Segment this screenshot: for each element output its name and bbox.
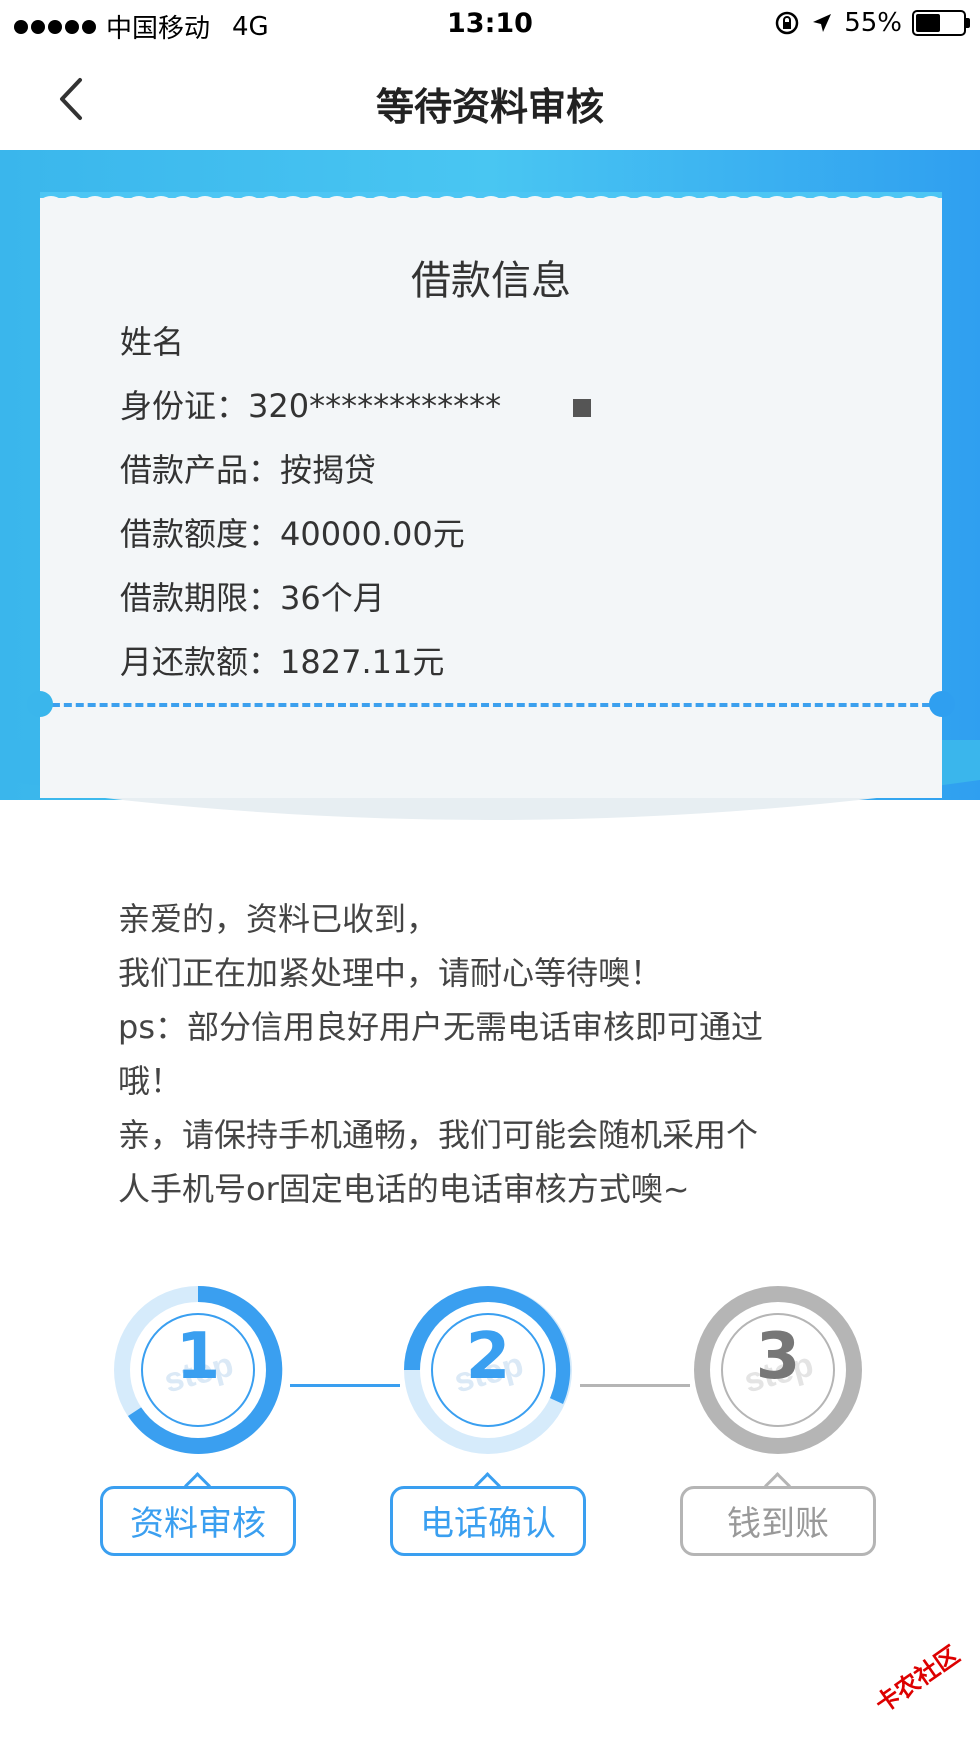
notice-line: 亲，请保持手机通畅，我们可能会随机采用个 [118, 1116, 759, 1154]
redacted-value [501, 393, 572, 423]
status-right: 55% [774, 8, 970, 38]
info-value: 按揭贷 [280, 451, 377, 489]
notice-line: 人手机号or固定电话的电话审核方式噢~ [118, 1170, 690, 1208]
progress-steps: step 1 资料审核 step 2 电话确认 step 3 钱到账 [0, 1280, 980, 1580]
info-label: 借款额度： [120, 515, 281, 553]
notice-line: 亲爱的，资料已收到， [118, 900, 439, 938]
loan-info-list: 姓名 身份证：320************ 借款产品：按揭贷 借款额度：400… [120, 310, 592, 694]
info-value: 40000.00元 [280, 515, 465, 553]
loan-info-title: 借款信息 [411, 258, 571, 304]
info-label: 借款期限： [120, 579, 281, 617]
info-row-amount: 借款额度：40000.00元 [120, 502, 591, 566]
ticket-notch-left [27, 691, 53, 717]
info-label: 姓名 [120, 323, 185, 361]
redacted-value [184, 329, 265, 359]
battery-level-fill [916, 14, 941, 32]
info-value: 1827.11元 [280, 643, 445, 681]
battery-icon [912, 10, 970, 36]
ticket-notch-right [929, 691, 955, 717]
page-title: 等待资料审核 [375, 85, 604, 129]
info-row-monthly: 月还款额：1827.11元 [120, 630, 591, 694]
step-connector [290, 1384, 400, 1387]
info-label: 身份证： [120, 387, 249, 425]
info-value: 36个月 [280, 579, 385, 617]
info-row-name: 姓名 [120, 310, 591, 374]
step-label: 钱到账 [680, 1486, 876, 1556]
watermark-logo: 卡农社区 [870, 1640, 965, 1719]
battery-percent: 55% [844, 8, 902, 38]
info-value: 320************ [248, 387, 502, 425]
info-row-product: 借款产品：按揭贷 [120, 438, 591, 502]
step-number: 1 [175, 1320, 221, 1394]
ticket-divider [40, 703, 942, 707]
step-label: 资料审核 [100, 1486, 296, 1556]
step-number: 2 [465, 1320, 511, 1394]
step-number: 3 [755, 1320, 801, 1394]
rotation-lock-icon [775, 11, 799, 35]
info-label: 月还款额： [120, 643, 281, 681]
redaction-square [573, 399, 592, 417]
info-row-id: 身份证：320************ [120, 374, 592, 438]
status-bar: 中国移动 4G 13:10 55% [0, 0, 980, 50]
info-row-term: 借款期限：36个月 [120, 566, 591, 630]
step-connector [580, 1384, 690, 1387]
notice-line: 哦！ [118, 1062, 183, 1100]
location-arrow-icon [813, 14, 832, 32]
notice-line: ps：部分信用良好用户无需电话审核即可通过 [118, 1008, 763, 1046]
review-notice: 亲爱的，资料已收到， 我们正在加紧处理中，请耐心等待噢！ ps：部分信用良好用户… [118, 892, 878, 1216]
step-label: 电话确认 [390, 1486, 586, 1556]
nav-bar: 等待资料审核 [0, 50, 980, 150]
loan-info-card: 借款信息 姓名 身份证：320************ 借款产品：按揭贷 借款额… [27, 198, 955, 798]
info-label: 借款产品： [120, 451, 281, 489]
notice-line: 我们正在加紧处理中，请耐心等待噢！ [118, 954, 663, 992]
